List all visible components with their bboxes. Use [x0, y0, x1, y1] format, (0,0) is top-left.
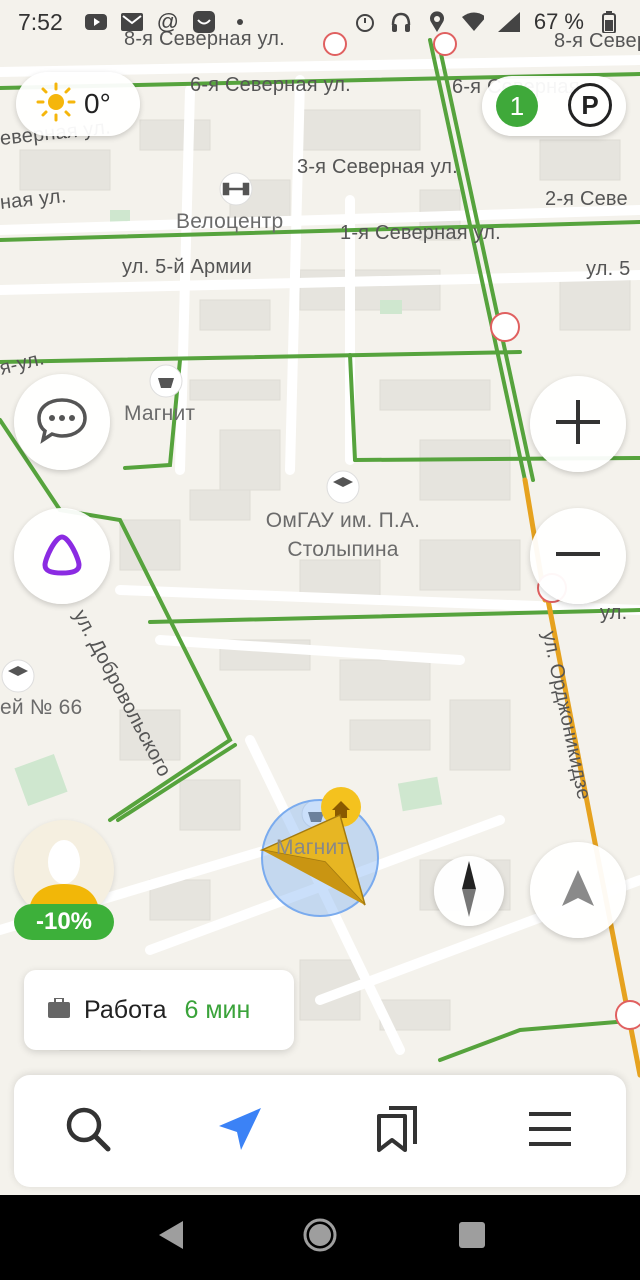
menu-icon [527, 1109, 573, 1154]
dot-icon [229, 11, 251, 33]
street-label: ул. 5 [586, 258, 631, 280]
profile-button[interactable]: -10% [14, 820, 114, 940]
location-icon [426, 11, 448, 33]
poi-label-velocenter[interactable]: Велоцентр [176, 210, 283, 234]
bookmarks-icon [373, 1104, 419, 1159]
system-nav-bar [0, 1195, 640, 1280]
layers-pill: 1 P [482, 76, 626, 136]
battery-icon [598, 11, 620, 33]
signal-icon [497, 11, 520, 33]
compass-button[interactable] [434, 856, 504, 926]
back-button[interactable] [148, 1215, 192, 1259]
chat-button[interactable] [14, 374, 110, 470]
plus-icon [552, 396, 604, 453]
compass-icon [454, 859, 484, 924]
app-notification-icon [192, 11, 215, 33]
bottom-tab-bar [14, 1075, 626, 1187]
street-label: 3-я Северная ул. [297, 156, 458, 178]
route-arrow-icon [215, 1104, 265, 1159]
street-label: ул. [600, 602, 628, 624]
status-time: 7:52 [18, 8, 63, 35]
home-button[interactable] [298, 1215, 342, 1259]
search-icon [64, 1105, 112, 1158]
headphones-icon [390, 11, 412, 33]
poi-label-magnit-2[interactable]: Магнит [276, 836, 347, 860]
poi-label-omgau[interactable]: ОмГАУ им. П.А. Столыпина [248, 506, 438, 564]
street-label: 2-я Севе [545, 188, 628, 210]
work-label: Работа [84, 995, 167, 1024]
youtube-icon [84, 11, 107, 33]
street-label: ул. 5-й Армии [122, 256, 253, 278]
recents-square-icon [457, 1220, 487, 1255]
parking-button[interactable]: P [568, 83, 612, 127]
route-tab[interactable] [210, 1101, 270, 1161]
status-bar: 7:52 @ 67 % [0, 0, 640, 44]
bookmarks-tab[interactable] [366, 1101, 426, 1161]
discount-badge: -10% [14, 904, 114, 940]
work-route-card[interactable]: Работа 6 мин [24, 970, 294, 1050]
street-label: 6-я Северная ул. [190, 74, 351, 96]
home-circle-icon [302, 1217, 338, 1258]
alice-icon [37, 529, 87, 584]
street-label: 1-я Северная ул. [340, 222, 501, 244]
mail-icon [120, 11, 143, 33]
weather-temperature: 0° [84, 88, 111, 119]
poi-label-lyceum[interactable]: ей № 66 [0, 696, 82, 720]
menu-tab[interactable] [520, 1101, 580, 1161]
sun-icon [36, 82, 76, 127]
wifi-icon [461, 11, 484, 33]
alice-button[interactable] [14, 508, 110, 604]
weather-widget[interactable]: 0° [16, 72, 140, 136]
battery-text: 67 % [533, 9, 584, 34]
back-triangle-icon [155, 1219, 185, 1256]
zoom-in-button[interactable] [530, 376, 626, 472]
alarm-icon [354, 11, 376, 33]
recents-button[interactable] [450, 1215, 494, 1259]
my-location-button[interactable] [530, 842, 626, 938]
search-tab[interactable] [58, 1101, 118, 1161]
at-sign-icon: @ [156, 9, 179, 34]
briefcase-icon [48, 996, 70, 1023]
chat-bubble-icon [35, 396, 89, 449]
navigation-arrow-icon [556, 866, 600, 915]
work-eta: 6 мин [184, 995, 251, 1024]
minus-icon [552, 528, 604, 585]
poi-label-magnit[interactable]: Магнит [124, 402, 195, 426]
zoom-out-button[interactable] [530, 508, 626, 604]
traffic-level-button[interactable]: 1 [496, 85, 538, 127]
